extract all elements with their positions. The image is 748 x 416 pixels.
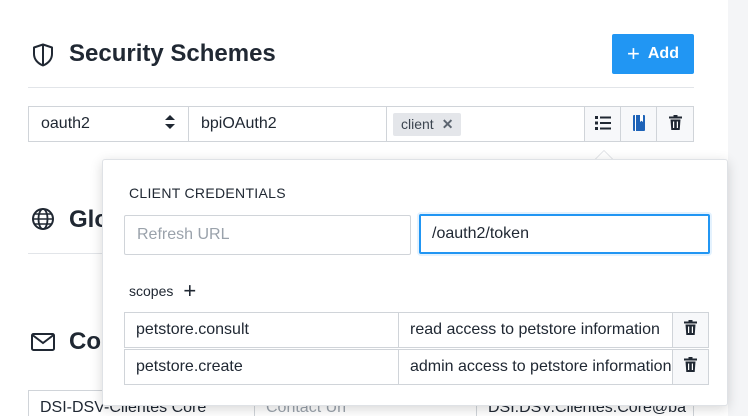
- client-credentials-popover: CLIENT CREDENTIALS Refresh URL /oauth2/t…: [102, 159, 728, 406]
- add-scope-plus-icon[interactable]: +: [183, 280, 196, 302]
- trash-icon: [684, 320, 697, 340]
- add-scheme-button[interactable]: + Add: [612, 34, 694, 74]
- scheme-type-select[interactable]: oauth2: [29, 107, 189, 141]
- add-button-label: Add: [647, 45, 679, 62]
- popover-heading: CLIENT CREDENTIALS: [129, 185, 286, 201]
- remove-chip-icon[interactable]: ✕: [442, 116, 454, 133]
- scheme-flows-field[interactable]: client ✕: [387, 107, 585, 141]
- trash-icon: [668, 115, 682, 133]
- section-divider: [28, 87, 694, 88]
- scope-name-input[interactable]: petstore.consult: [125, 313, 399, 347]
- flows-list-button[interactable]: [585, 107, 621, 141]
- scope-description-input[interactable]: admin access to petstore information: [399, 350, 673, 384]
- scopes-label: scopes +: [129, 280, 196, 302]
- scope-row: petstore.create admin access to petstore…: [124, 349, 709, 385]
- bookmark-button[interactable]: [621, 107, 657, 141]
- security-scheme-row: oauth2 bpiOAuth2 client ✕: [28, 106, 694, 142]
- security-schemes-title: Security Schemes: [69, 40, 276, 67]
- envelope-icon: [30, 329, 56, 355]
- plus-icon: +: [627, 41, 640, 66]
- book-icon: [632, 114, 645, 134]
- delete-scheme-button[interactable]: [657, 107, 693, 141]
- delete-scope-button[interactable]: [673, 350, 708, 384]
- flow-chip[interactable]: client ✕: [393, 112, 462, 136]
- scheme-type-value: oauth2: [41, 115, 90, 132]
- globe-icon: [30, 206, 56, 232]
- refresh-url-input[interactable]: Refresh URL: [124, 215, 411, 255]
- scopes-label-text: scopes: [129, 283, 174, 299]
- shield-icon: [30, 42, 56, 68]
- scope-row: petstore.consult read access to petstore…: [124, 312, 709, 348]
- scope-description-input[interactable]: read access to petstore information: [399, 313, 673, 347]
- list-icon: [594, 115, 611, 133]
- scheme-name-input[interactable]: bpiOAuth2: [189, 107, 387, 141]
- select-arrows-icon: [164, 113, 176, 136]
- flow-chip-label: client: [401, 116, 434, 132]
- trash-icon: [684, 357, 697, 377]
- scope-name-input[interactable]: petstore.create: [125, 350, 399, 384]
- token-url-input[interactable]: /oauth2/token: [419, 214, 710, 254]
- delete-scope-button[interactable]: [673, 313, 708, 347]
